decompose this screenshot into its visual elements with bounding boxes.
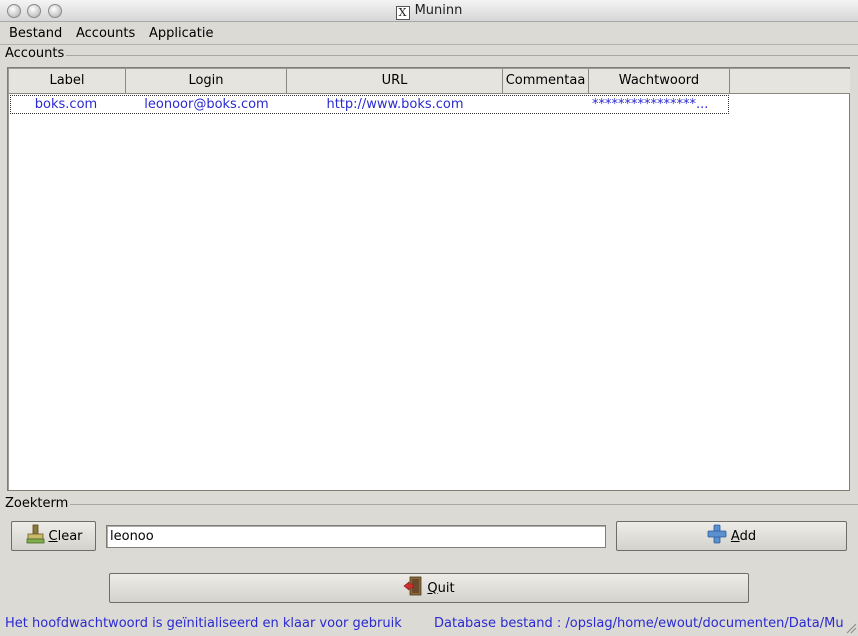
table-row[interactable]: boks.com leonoor@boks.com http://www.bok… bbox=[10, 95, 729, 114]
database-path-status: Database bestand : /opslag/home/ewout/do… bbox=[434, 616, 844, 631]
title-bar: X Muninn bbox=[0, 0, 858, 22]
cell-url: http://www.boks.com bbox=[326, 97, 464, 112]
search-group-label: Zoekterm bbox=[5, 496, 71, 511]
menu-accounts[interactable]: Accounts bbox=[76, 26, 135, 41]
x11-app-icon: X bbox=[395, 6, 410, 20]
cell-label: boks.com bbox=[34, 97, 98, 112]
table-header: Label Login URL Commentaa Wachtwoord bbox=[9, 69, 850, 94]
column-header-label[interactable]: Label bbox=[9, 69, 126, 93]
add-button-label: Add bbox=[730, 528, 757, 544]
column-header-url[interactable]: URL bbox=[287, 69, 503, 93]
accounts-group-line bbox=[62, 55, 858, 56]
window-title: Muninn bbox=[414, 3, 463, 18]
cell-login: leonoor@boks.com bbox=[144, 97, 269, 112]
column-header-login[interactable]: Login bbox=[126, 69, 287, 93]
accounts-table[interactable]: Label Login URL Commentaa Wachtwoord bok… bbox=[7, 67, 850, 491]
search-input[interactable] bbox=[106, 525, 606, 548]
window-title-area: X Muninn bbox=[0, 3, 858, 20]
muninn-window: X Muninn Bestand Accounts Applicatie Acco… bbox=[0, 0, 858, 636]
column-header-commentaar[interactable]: Commentaa bbox=[503, 69, 589, 93]
add-button[interactable]: Add bbox=[616, 521, 847, 551]
accounts-group-label: Accounts bbox=[5, 46, 67, 61]
menu-bar: Bestand Accounts Applicatie bbox=[0, 23, 858, 45]
column-header-wachtwoord[interactable]: Wachtwoord bbox=[589, 69, 730, 93]
clear-button[interactable]: Clear bbox=[11, 521, 96, 551]
menu-applicatie[interactable]: Applicatie bbox=[149, 26, 213, 41]
quit-button-label: Quit bbox=[427, 580, 455, 596]
clear-button-label: Clear bbox=[48, 528, 83, 544]
quit-button[interactable]: Quit bbox=[109, 573, 749, 603]
cell-comment bbox=[503, 96, 589, 113]
broom-icon bbox=[25, 524, 45, 548]
resize-grip[interactable] bbox=[845, 620, 857, 634]
menu-bestand[interactable]: Bestand bbox=[9, 26, 62, 41]
cell-password: ****************... bbox=[592, 97, 709, 112]
plus-icon bbox=[707, 524, 727, 548]
search-group-line bbox=[70, 504, 858, 505]
exit-door-icon bbox=[403, 576, 423, 600]
status-message: Het hoofdwachtwoord is geïnitialiseerd e… bbox=[5, 616, 402, 631]
